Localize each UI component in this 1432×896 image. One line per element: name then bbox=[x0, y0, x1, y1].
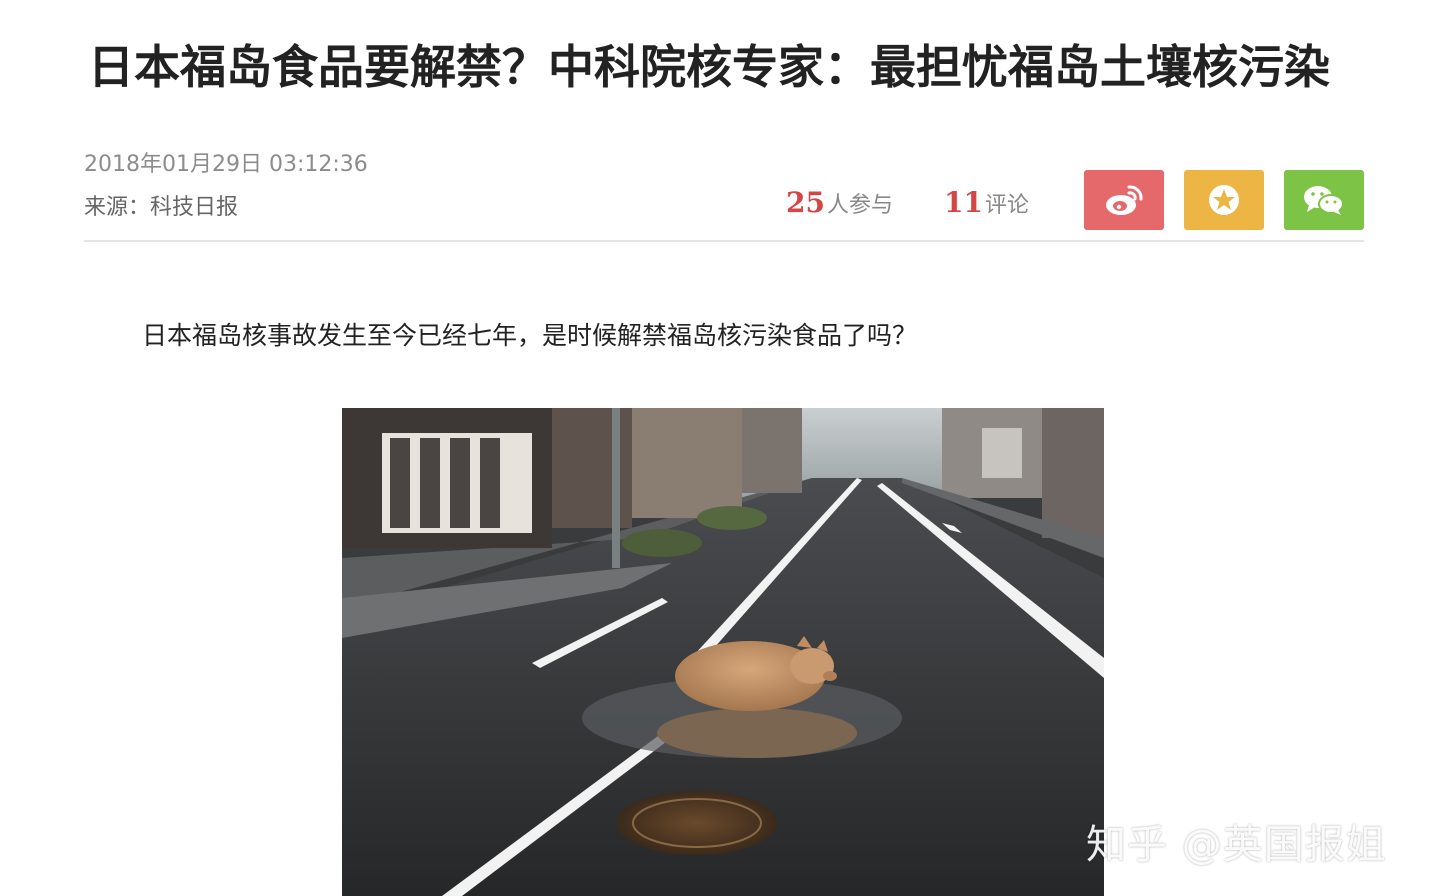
article-source: 来源：科技日报 bbox=[84, 195, 239, 220]
comments-count: 11 bbox=[944, 186, 983, 219]
participants-label: 人参与 bbox=[826, 193, 893, 218]
news-photo bbox=[342, 408, 1104, 896]
article-lead: 日本福岛核事故发生至今已经七年，是时候解禁福岛核污染食品了吗？ bbox=[142, 321, 918, 350]
comments-label: 评论 bbox=[984, 193, 1029, 218]
participants-stat[interactable]: 25 人参与 bbox=[786, 186, 893, 219]
header-divider bbox=[84, 240, 1364, 242]
wechat-icon bbox=[1304, 186, 1344, 215]
article-datetime: 2018年01月29日 03:12:36 bbox=[84, 152, 368, 177]
share-weibo-button[interactable] bbox=[1084, 170, 1164, 230]
share-wechat-button[interactable] bbox=[1284, 170, 1364, 230]
article-page: 日本福岛食品要解禁？中科院核专家：最担忧福岛土壤核污染 2018年01月29日 … bbox=[0, 0, 1432, 896]
article-title: 日本福岛食品要解禁？中科院核专家：最担忧福岛土壤核污染 bbox=[88, 40, 1330, 94]
zhihu-watermark: 知乎 @英国报姐 bbox=[1086, 822, 1387, 868]
participants-count: 25 bbox=[786, 186, 825, 219]
star-icon bbox=[1209, 185, 1239, 215]
weibo-icon bbox=[1106, 185, 1143, 215]
photo-illustration bbox=[342, 408, 1104, 896]
comments-stat[interactable]: 11 评论 bbox=[944, 186, 1029, 219]
favorite-button[interactable] bbox=[1184, 170, 1264, 230]
